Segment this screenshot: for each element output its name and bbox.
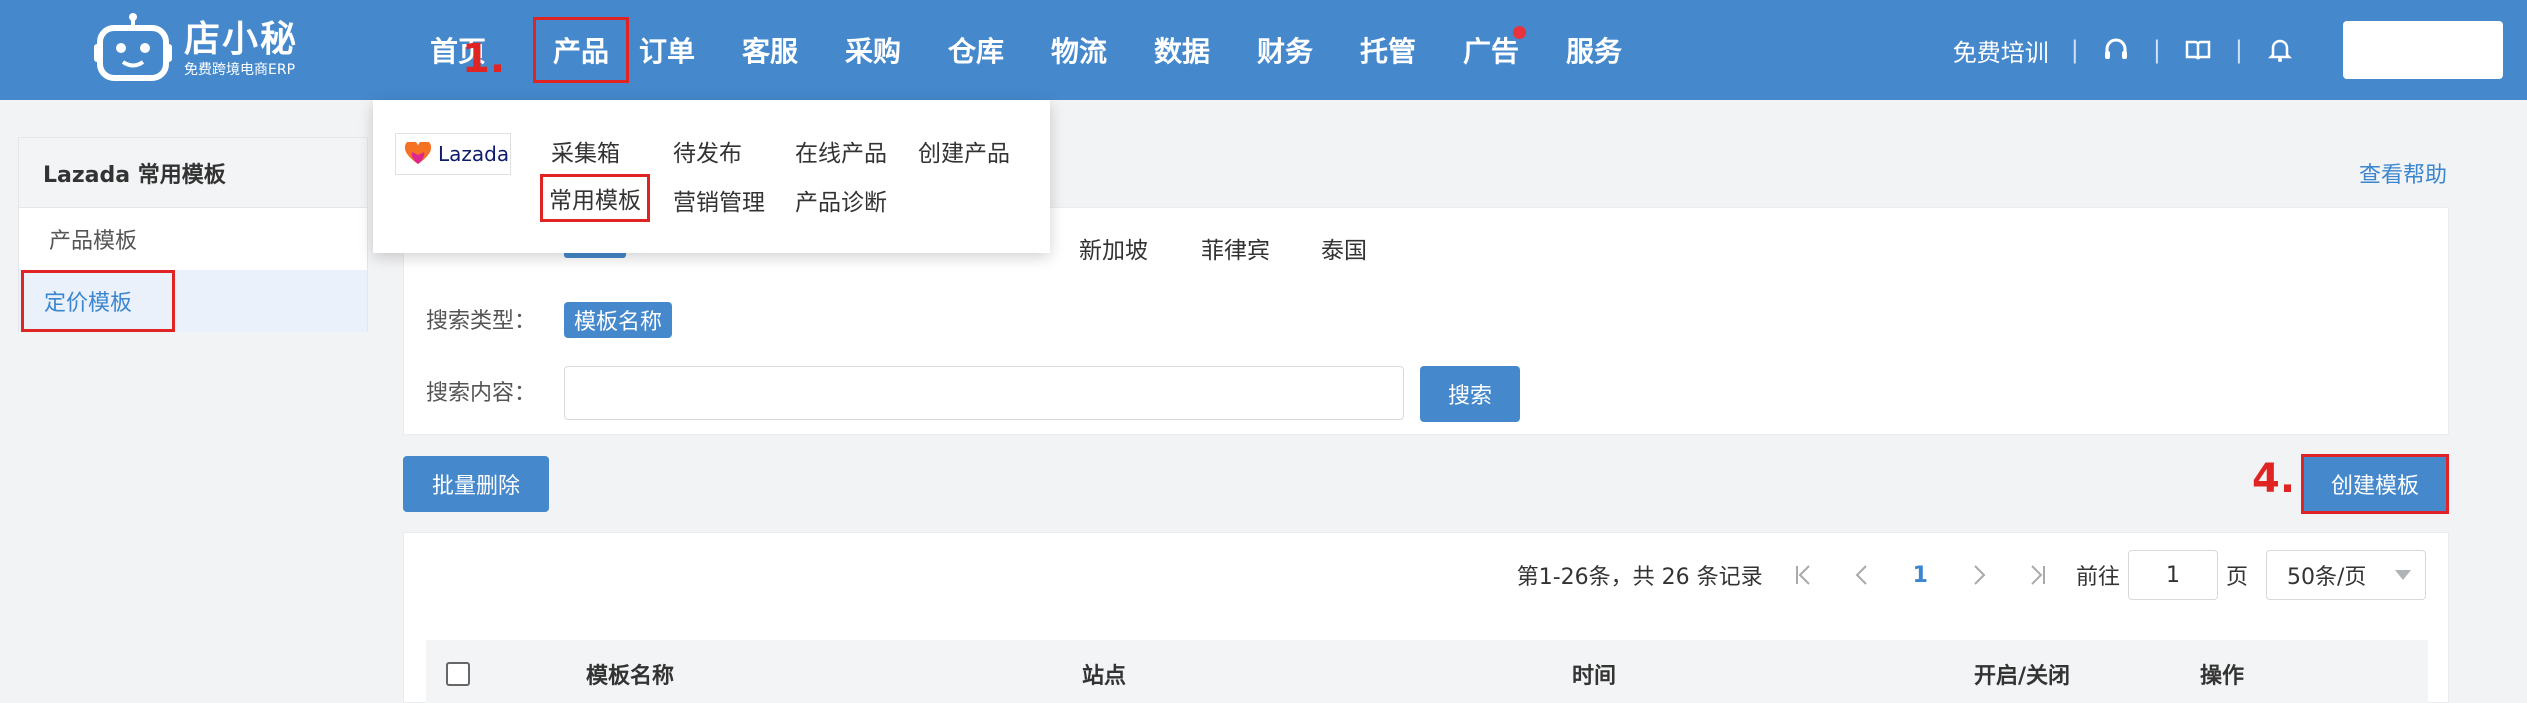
main-nav: 首页 产品 订单 客服 采购 仓库 物流 数据 财务 托管 广告 服务 (430, 0, 1669, 100)
sidebar-item-product-template[interactable]: 产品模板 (19, 208, 367, 270)
bell-icon[interactable] (2265, 35, 2295, 65)
site-tab-singapore[interactable]: 新加坡 (1079, 231, 1148, 265)
chevron-down-icon (2395, 570, 2411, 580)
step-4-marker: 4. (2252, 456, 2296, 502)
menu-product-diagnosis[interactable]: 产品诊断 (795, 183, 887, 217)
search-type-tag[interactable]: 模板名称 (564, 302, 673, 338)
lazada-logo: Lazada (395, 133, 511, 175)
header-actions: 操作 (2200, 664, 2245, 689)
step-1-marker: 1. (462, 36, 506, 82)
nav-customer-service[interactable]: 客服 (742, 30, 845, 70)
menu-collection-box[interactable]: 采集箱 (551, 134, 620, 168)
notification-dot (1513, 26, 1526, 39)
lazada-heart-icon (404, 142, 432, 164)
logo-name: 店小秘 (184, 19, 299, 60)
product-dropdown-menu: Lazada 采集箱 待发布 在线产品 创建产品 常用模板 营销管理 产品诊断 (373, 100, 1050, 253)
header-site: 站点 (1082, 664, 1127, 689)
user-account-box[interactable] (2343, 21, 2503, 79)
site-tab-philippines[interactable]: 菲律宾 (1201, 231, 1270, 265)
robot-logo-icon (94, 13, 172, 81)
top-navigation-bar: 店小秘 免费跨境电商ERP 首页 产品 订单 客服 采购 仓库 物流 数据 财务… (0, 0, 2527, 100)
search-content-label: 搜索内容： (426, 381, 537, 406)
menu-create-product[interactable]: 创建产品 (918, 134, 1010, 168)
header-toggle: 开启/关闭 (1974, 664, 2071, 689)
record-summary: 第1-26条，共 26 条记录 (1516, 565, 1763, 590)
sidebar-title: Lazada 常用模板 (19, 138, 367, 208)
logo-subtitle: 免费跨境电商ERP (184, 62, 296, 78)
nav-hosting[interactable]: 托管 (1360, 30, 1463, 70)
goto-page-input[interactable]: 1 (2127, 550, 2218, 600)
current-page[interactable]: 1 (1913, 563, 1928, 588)
batch-delete-button[interactable]: 批量删除 (403, 456, 549, 512)
help-link[interactable]: 查看帮助 (2359, 157, 2447, 189)
header-time: 时间 (1572, 664, 1617, 689)
free-training-link[interactable]: 免费培训 (1953, 33, 2049, 68)
header-template-name: 模板名称 (586, 664, 675, 689)
page-unit-label: 页 (2225, 565, 2248, 590)
headset-icon[interactable] (2101, 35, 2131, 65)
pagination: 第1-26条，共 26 条记录 1 前往 1 页 50条/页 (1517, 550, 2426, 600)
nav-logistics[interactable]: 物流 (1051, 30, 1154, 70)
prev-page-icon[interactable] (1847, 560, 1877, 590)
create-template-button[interactable]: 创建模板 (2301, 454, 2449, 514)
next-page-icon[interactable] (1964, 560, 1994, 590)
menu-pending-publish[interactable]: 待发布 (673, 134, 742, 168)
nav-data[interactable]: 数据 (1154, 30, 1257, 70)
table-header: 模板名称 站点 时间 开启/关闭 操作 (426, 640, 2428, 703)
sidebar: Lazada 常用模板 产品模板 定价模板 (18, 137, 368, 332)
search-type-label: 搜索类型： (426, 309, 537, 334)
book-icon[interactable] (2183, 35, 2213, 65)
select-all-checkbox[interactable] (446, 662, 470, 686)
page-size-select[interactable]: 50条/页 (2266, 550, 2426, 600)
search-input[interactable] (564, 366, 1404, 420)
nav-finance[interactable]: 财务 (1257, 30, 1360, 70)
menu-common-templates[interactable]: 常用模板 (540, 174, 650, 222)
first-page-icon[interactable] (1789, 560, 1819, 590)
search-button[interactable]: 搜索 (1420, 366, 1520, 422)
nav-services[interactable]: 服务 (1566, 30, 1669, 70)
menu-online-products[interactable]: 在线产品 (795, 134, 887, 168)
sidebar-item-pricing-template[interactable]: 定价模板 (19, 270, 367, 332)
nav-ads[interactable]: 广告 (1463, 26, 1566, 70)
table-panel: 第1-26条，共 26 条记录 1 前往 1 页 50条/页 模板名称 站点 时… (403, 532, 2449, 703)
nav-purchase[interactable]: 采购 (845, 30, 948, 70)
menu-marketing[interactable]: 营销管理 (673, 183, 765, 217)
nav-product[interactable]: 产品 (533, 17, 629, 83)
last-page-icon[interactable] (2022, 560, 2052, 590)
goto-label: 前往 (2075, 565, 2120, 590)
header-tools: 免费培训 | | | (1953, 0, 2527, 100)
app-logo[interactable]: 店小秘 免费跨境电商ERP (92, 12, 298, 84)
nav-warehouse[interactable]: 仓库 (948, 30, 1051, 70)
nav-orders[interactable]: 订单 (639, 30, 742, 70)
site-tab-thailand[interactable]: 泰国 (1321, 231, 1367, 265)
